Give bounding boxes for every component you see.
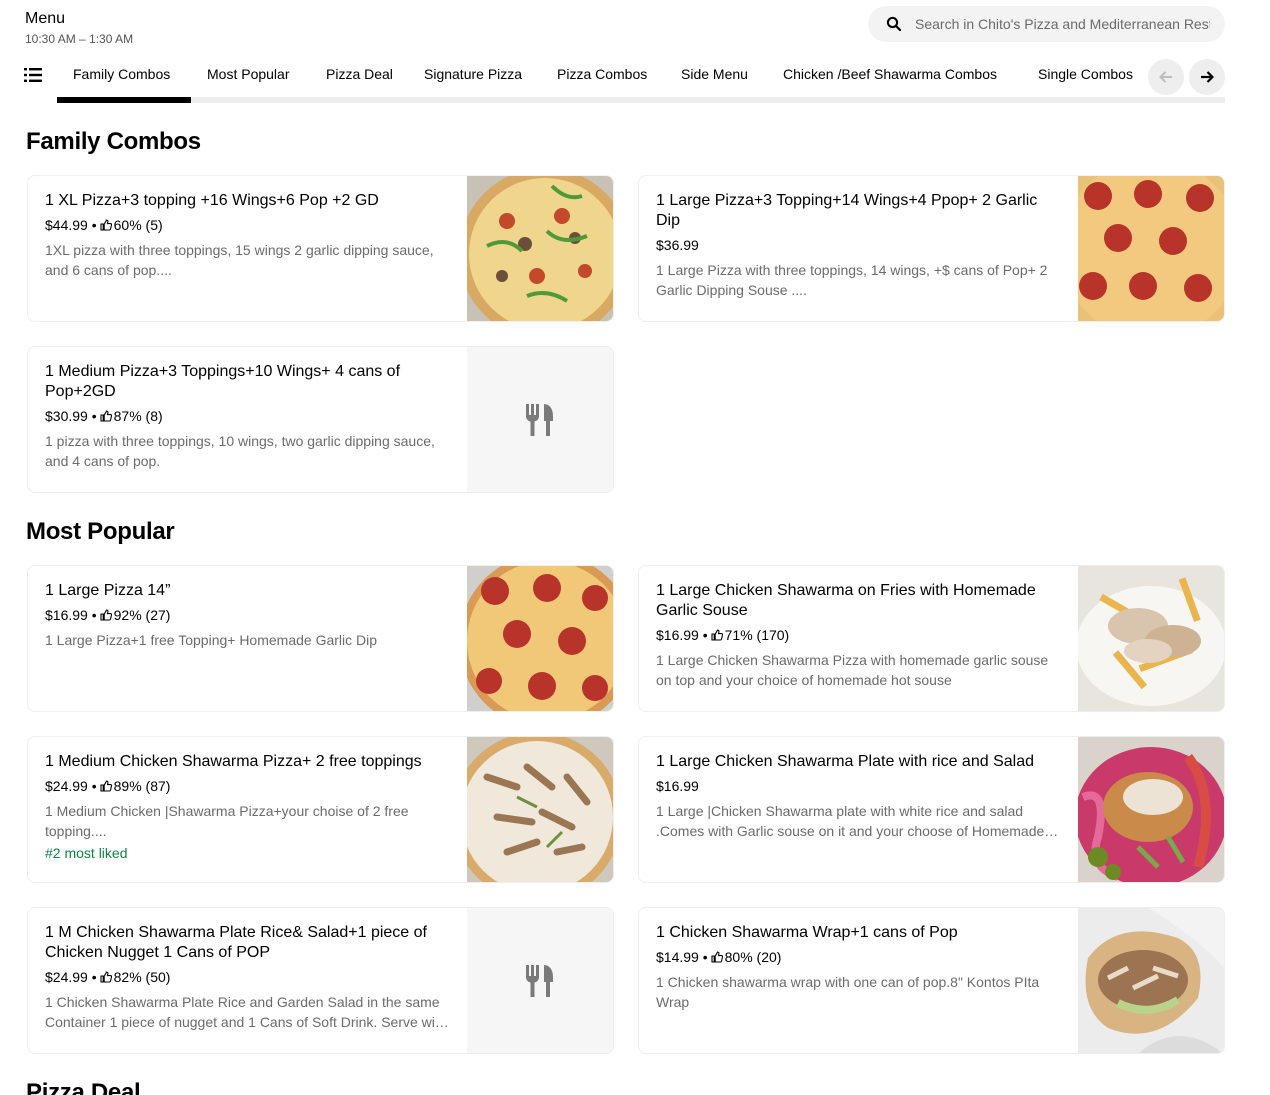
item-rating: 87% (8) <box>113 408 163 424</box>
item-price: $44.99 <box>45 217 88 233</box>
item-price: $16.99 <box>656 627 699 643</box>
tabs-prev-button[interactable] <box>1148 59 1184 95</box>
menu-header: Menu 10:30 AM – 1:30 AM Family Combos Mo… <box>0 0 1270 110</box>
item-name: 1 Large Pizza 14” <box>45 582 171 599</box>
thumbs-up-icon <box>100 971 112 983</box>
tabs-scroll-track <box>57 97 1225 103</box>
item-description: 1 Chicken shawarma wrap with one can of … <box>656 974 1040 1010</box>
fork-knife-icon <box>526 404 553 436</box>
menu-item-card[interactable]: 1 Large Chicken Shawarma on Fries with H… <box>638 565 1225 712</box>
item-price: $14.99 <box>656 949 699 965</box>
shawarma-plate-image <box>1078 737 1224 882</box>
item-rating: 60% (5) <box>113 217 163 233</box>
item-meta: $16.99 • 71% (170) <box>656 627 790 643</box>
pepperoni-pizza-image <box>1078 176 1224 321</box>
item-meta: $36.99 <box>656 236 1061 254</box>
section-title-pizza-deal: Pizza Deal <box>26 1079 141 1095</box>
item-description: 1 Chicken Shawarma Plate Rice and Garden… <box>45 994 447 1030</box>
menu-item-card[interactable]: 1 Large Pizza+3 Topping+14 Wings+4 Ppop+… <box>638 175 1225 322</box>
item-meta: $24.99 • 82% (50) <box>45 969 171 985</box>
tab-signature-pizza[interactable]: Signature Pizza <box>424 66 522 82</box>
item-description: 1 Large |Chicken Shawarma plate with whi… <box>656 803 1045 839</box>
search-icon <box>886 16 902 32</box>
item-name: 1 Medium Pizza+3 Toppings+10 Wings+ 4 ca… <box>45 363 401 400</box>
fork-knife-icon <box>526 965 553 997</box>
menu-title: Menu <box>25 10 66 27</box>
thumbs-up-icon <box>100 219 112 231</box>
thumbs-up-icon <box>100 410 112 422</box>
item-rating: 71% (170) <box>724 627 790 643</box>
arrow-left-icon <box>1159 71 1172 83</box>
section-title-family-combos: Family Combos <box>26 128 201 155</box>
tab-single-combos[interactable]: Single Combos <box>1038 66 1133 82</box>
item-description: 1 pizza with three toppings, 10 wings, t… <box>45 433 435 469</box>
shawarma-pizza-image <box>467 737 613 882</box>
pepperoni-pizza-image <box>467 566 613 711</box>
item-price: $24.99 <box>45 969 88 985</box>
tab-most-popular[interactable]: Most Popular <box>207 66 289 82</box>
menu-item-card[interactable]: 1 Medium Chicken Shawarma Pizza+ 2 free … <box>27 736 614 883</box>
thumbs-up-icon <box>100 780 112 792</box>
thumbs-up-icon <box>100 609 112 621</box>
item-rating: 80% (20) <box>724 949 782 965</box>
item-name: 1 Large Pizza+3 Topping+14 Wings+4 Ppop+… <box>656 192 1038 229</box>
item-rating: 92% (27) <box>113 607 171 623</box>
menu-item-card[interactable]: 1 Chicken Shawarma Wrap+1 cans of Pop $1… <box>638 907 1225 1054</box>
veggie-pizza-image <box>467 176 613 321</box>
shawarma-wrap-image <box>1078 908 1224 1053</box>
thumbs-up-icon <box>711 951 723 963</box>
tab-family-combos[interactable]: Family Combos <box>73 66 170 82</box>
item-price: $16.99 <box>656 778 699 794</box>
image-placeholder <box>467 347 613 492</box>
item-name: 1 M Chicken Shawarma Plate Rice& Salad+1… <box>45 924 427 961</box>
item-name: 1 Chicken Shawarma Wrap+1 cans of Pop <box>656 924 958 941</box>
thumbs-up-icon <box>711 629 723 641</box>
item-rating: 82% (50) <box>113 969 171 985</box>
menu-item-card[interactable]: 1 Large Chicken Shawarma Plate with rice… <box>638 736 1225 883</box>
most-liked-badge: #2 most liked <box>45 845 128 861</box>
tab-side-menu[interactable]: Side Menu <box>681 66 748 82</box>
item-meta: $44.99 • 60% (5) <box>45 217 163 233</box>
item-name: 1 Large Chicken Shawarma Plate with rice… <box>656 753 1034 770</box>
menu-item-card[interactable]: 1 Medium Pizza+3 Toppings+10 Wings+ 4 ca… <box>27 346 614 493</box>
item-name: 1 Medium Chicken Shawarma Pizza+ 2 free … <box>45 753 422 770</box>
menu-hours: 10:30 AM – 1:30 AM <box>25 32 134 46</box>
tab-chicken-beef-shawarma-combos[interactable]: Chicken /Beef Shawarma Combos <box>783 66 997 82</box>
arrow-right-icon <box>1201 71 1215 83</box>
item-description: 1 Large Pizza with three toppings, 14 wi… <box>656 262 1048 298</box>
menu-item-card[interactable]: 1 Large Pizza 14” $16.99 • 92% (27) 1 La… <box>27 565 614 712</box>
item-meta: $16.99 <box>656 777 1061 795</box>
tab-pizza-deal[interactable]: Pizza Deal <box>326 66 393 82</box>
menu-item-card[interactable]: 1 XL Pizza+3 topping +16 Wings+6 Pop +2 … <box>27 175 614 322</box>
item-description: 1 Medium Chicken |Shawarma Pizza+your ch… <box>45 803 409 839</box>
search-input[interactable] <box>915 12 1210 36</box>
item-price: $36.99 <box>656 237 699 253</box>
item-description: 1XL pizza with three toppings, 15 wings … <box>45 242 434 278</box>
item-meta: $30.99 • 87% (8) <box>45 408 163 424</box>
item-price: $16.99 <box>45 607 88 623</box>
category-tabs: Family Combos Most Popular Pizza Deal Si… <box>57 56 1137 96</box>
image-placeholder <box>467 908 613 1053</box>
item-price: $24.99 <box>45 778 88 794</box>
item-price: $30.99 <box>45 408 88 424</box>
item-description: 1 Large Pizza+1 free Topping+ Homemade G… <box>45 632 378 648</box>
item-meta: $16.99 • 92% (27) <box>45 607 171 623</box>
item-meta: $14.99 • 80% (20) <box>656 949 782 965</box>
tabs-next-button[interactable] <box>1189 59 1225 95</box>
item-rating: 89% (87) <box>113 778 171 794</box>
item-name: 1 Large Chicken Shawarma on Fries with H… <box>656 582 1036 619</box>
menu-search-box[interactable] <box>868 6 1225 42</box>
tab-pizza-combos[interactable]: Pizza Combos <box>557 66 647 82</box>
menu-item-card[interactable]: 1 M Chicken Shawarma Plate Rice& Salad+1… <box>27 907 614 1054</box>
section-title-most-popular: Most Popular <box>26 518 175 545</box>
item-meta: $24.99 • 89% (87) <box>45 778 171 794</box>
item-description: 1 Large Chicken Shawarma Pizza with home… <box>656 652 1049 688</box>
item-name: 1 XL Pizza+3 topping +16 Wings+6 Pop +2 … <box>45 192 379 209</box>
shawarma-fries-image <box>1078 566 1224 711</box>
list-icon[interactable] <box>24 67 42 83</box>
active-tab-indicator <box>57 97 191 103</box>
